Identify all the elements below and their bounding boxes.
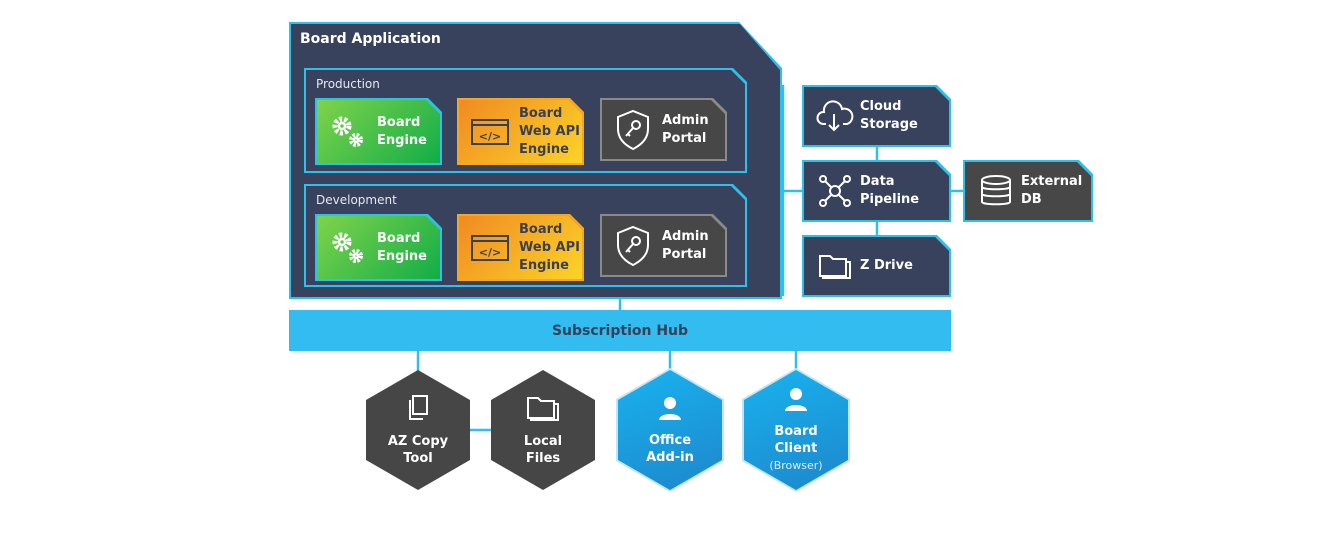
folder-icon [526,394,560,427]
svg-text:</>: </> [479,130,501,143]
service-cloud-storage[interactable]: Cloud Storage [802,85,951,147]
service-label: Z Drive [860,258,913,273]
subscription-hub-label: Subscription Hub [551,322,689,339]
copy-files-icon [406,394,430,427]
client-label: Board Client [774,424,818,456]
svg-text:</>: </> [479,246,501,259]
node-label: Board Web API Engine [519,221,580,273]
service-label: Data Pipeline [860,174,920,207]
service-label: Cloud Storage [860,99,918,132]
client-label: AZ Copy Tool [387,433,449,466]
node-board-web-api-engine[interactable]: </> Board Web API Engine [457,214,584,281]
board-application-title: Board Application [300,31,441,47]
shield-key-icon [610,109,656,151]
environment-label: Development [316,193,397,207]
client-sublabel: (Browser) [769,459,823,472]
node-label: Board Engine [377,230,427,264]
node-label: Admin Portal [662,228,709,262]
folder-icon [812,252,858,280]
service-data-pipeline[interactable]: Data Pipeline [802,160,951,222]
shield-key-icon [610,225,656,267]
node-board-engine[interactable]: Board Engine [315,98,442,165]
code-window-icon: </> [467,233,513,263]
user-icon [657,395,683,426]
node-board-web-api-engine[interactable]: </> Board Web API Engine [457,98,584,165]
gears-icon [325,112,371,152]
network-hub-icon [812,174,858,208]
gears-icon [325,228,371,268]
cloud-download-icon [812,100,858,132]
subscription-hub: Subscription Hub [289,310,951,351]
service-external-db[interactable]: External DB [963,160,1093,222]
database-icon [973,173,1019,209]
node-label: Board Engine [377,114,427,148]
node-admin-portal[interactable]: Admin Portal [600,98,727,161]
client-label: Office Add-in [646,432,694,465]
node-board-engine[interactable]: Board Engine [315,214,442,281]
node-label: Admin Portal [662,112,709,146]
node-label: Board Web API Engine [519,105,580,157]
environment-label: Production [316,77,380,91]
node-admin-portal[interactable]: Admin Portal [600,214,727,277]
service-label: External DB [1021,174,1083,207]
client-label: Local Files [523,433,563,466]
code-window-icon: </> [467,117,513,147]
service-z-drive[interactable]: Z Drive [802,235,951,297]
user-icon [783,386,809,417]
